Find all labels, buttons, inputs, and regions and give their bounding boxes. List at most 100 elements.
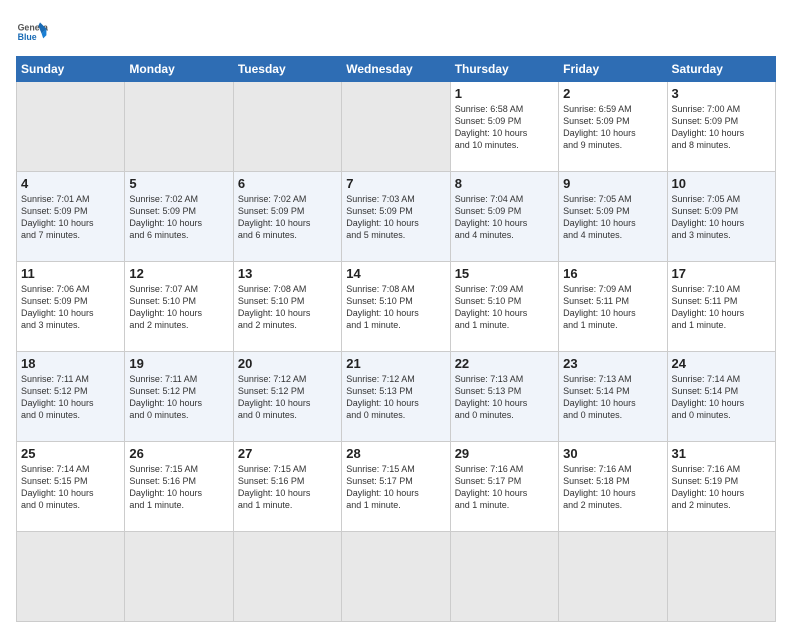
day-number: 16 (563, 266, 662, 281)
calendar-cell (342, 82, 450, 172)
calendar-cell: 8 Sunrise: 7:04 AM Sunset: 5:09 PM Daylig… (450, 172, 558, 262)
calendar-cell: 17 Sunrise: 7:10 AM Sunset: 5:11 PM Dayli… (667, 262, 775, 352)
day-number: 1 (455, 86, 554, 101)
calendar-cell: 7 Sunrise: 7:03 AM Sunset: 5:09 PM Daylig… (342, 172, 450, 262)
calendar-cell (450, 532, 558, 622)
calendar-week-5: 25 Sunrise: 7:14 AM Sunset: 5:15 PM Dayli… (17, 442, 776, 532)
calendar-cell: 4 Sunrise: 7:01 AM Sunset: 5:09 PM Daylig… (17, 172, 125, 262)
calendar-cell: 3 Sunrise: 7:00 AM Sunset: 5:09 PM Daylig… (667, 82, 775, 172)
day-info: Sunrise: 7:15 AM Sunset: 5:16 PM Dayligh… (238, 463, 337, 512)
day-number: 5 (129, 176, 228, 191)
calendar-cell (17, 82, 125, 172)
calendar-cell (233, 82, 341, 172)
day-number: 9 (563, 176, 662, 191)
day-info: Sunrise: 7:01 AM Sunset: 5:09 PM Dayligh… (21, 193, 120, 242)
day-number: 23 (563, 356, 662, 371)
day-info: Sunrise: 7:02 AM Sunset: 5:09 PM Dayligh… (129, 193, 228, 242)
day-info: Sunrise: 7:09 AM Sunset: 5:10 PM Dayligh… (455, 283, 554, 332)
day-number: 26 (129, 446, 228, 461)
day-number: 17 (672, 266, 771, 281)
calendar-week-3: 11 Sunrise: 7:06 AM Sunset: 5:09 PM Dayli… (17, 262, 776, 352)
day-header-thursday: Thursday (450, 57, 558, 82)
day-number: 3 (672, 86, 771, 101)
calendar-cell: 20 Sunrise: 7:12 AM Sunset: 5:12 PM Dayli… (233, 352, 341, 442)
calendar-cell (125, 82, 233, 172)
day-info: Sunrise: 7:11 AM Sunset: 5:12 PM Dayligh… (129, 373, 228, 422)
day-info: Sunrise: 6:58 AM Sunset: 5:09 PM Dayligh… (455, 103, 554, 152)
day-number: 8 (455, 176, 554, 191)
day-number: 18 (21, 356, 120, 371)
calendar-cell: 13Sunrise: 7:08 AM Sunset: 5:10 PM Dayli… (233, 262, 341, 352)
calendar-cell: 16Sunrise: 7:09 AM Sunset: 5:11 PM Dayli… (559, 262, 667, 352)
calendar-cell: 6Sunrise: 7:02 AM Sunset: 5:09 PM Daylig… (233, 172, 341, 262)
day-info: Sunrise: 7:13 AM Sunset: 5:13 PM Dayligh… (455, 373, 554, 422)
calendar-cell: 12 Sunrise: 7:07 AM Sunset: 5:10 PM Dayli… (125, 262, 233, 352)
calendar-cell (233, 532, 341, 622)
calendar-cell (125, 532, 233, 622)
calendar-cell: 22Sunrise: 7:13 AM Sunset: 5:13 PM Dayli… (450, 352, 558, 442)
day-info: Sunrise: 7:10 AM Sunset: 5:11 PM Dayligh… (672, 283, 771, 332)
day-header-saturday: Saturday (667, 57, 775, 82)
day-number: 15 (455, 266, 554, 281)
calendar-cell (17, 532, 125, 622)
header: General Blue (16, 16, 776, 48)
logo-icon: General Blue (16, 16, 48, 48)
calendar-cell: 25 Sunrise: 7:14 AM Sunset: 5:15 PM Dayli… (17, 442, 125, 532)
day-info: Sunrise: 7:06 AM Sunset: 5:09 PM Dayligh… (21, 283, 120, 332)
calendar-cell: 26 Sunrise: 7:15 AM Sunset: 5:16 PM Dayli… (125, 442, 233, 532)
day-header-monday: Monday (125, 57, 233, 82)
day-info: Sunrise: 7:11 AM Sunset: 5:12 PM Dayligh… (21, 373, 120, 422)
day-info: Sunrise: 7:16 AM Sunset: 5:17 PM Dayligh… (455, 463, 554, 512)
calendar-cell: 24 Sunrise: 7:14 AM Sunset: 5:14 PM Dayli… (667, 352, 775, 442)
calendar-cell: 23Sunrise: 7:13 AM Sunset: 5:14 PM Dayli… (559, 352, 667, 442)
day-info: Sunrise: 7:16 AM Sunset: 5:18 PM Dayligh… (563, 463, 662, 512)
day-info: Sunrise: 7:12 AM Sunset: 5:12 PM Dayligh… (238, 373, 337, 422)
day-number: 25 (21, 446, 120, 461)
day-number: 28 (346, 446, 445, 461)
day-number: 21 (346, 356, 445, 371)
day-header-tuesday: Tuesday (233, 57, 341, 82)
day-number: 12 (129, 266, 228, 281)
calendar-cell (559, 532, 667, 622)
day-info: Sunrise: 7:14 AM Sunset: 5:15 PM Dayligh… (21, 463, 120, 512)
calendar-week-1: 1 Sunrise: 6:58 AM Sunset: 5:09 PM Daylig… (17, 82, 776, 172)
day-info: Sunrise: 7:14 AM Sunset: 5:14 PM Dayligh… (672, 373, 771, 422)
day-header-wednesday: Wednesday (342, 57, 450, 82)
calendar-cell: 21Sunrise: 7:12 AM Sunset: 5:13 PM Dayli… (342, 352, 450, 442)
day-info: Sunrise: 7:08 AM Sunset: 5:10 PM Dayligh… (346, 283, 445, 332)
calendar-header: SundayMondayTuesdayWednesdayThursdayFrid… (17, 57, 776, 82)
calendar-cell: 31Sunrise: 7:16 AM Sunset: 5:19 PM Dayli… (667, 442, 775, 532)
calendar-cell: 14Sunrise: 7:08 AM Sunset: 5:10 PM Dayli… (342, 262, 450, 352)
day-number: 11 (21, 266, 120, 281)
day-info: Sunrise: 6:59 AM Sunset: 5:09 PM Dayligh… (563, 103, 662, 152)
day-info: Sunrise: 7:07 AM Sunset: 5:10 PM Dayligh… (129, 283, 228, 332)
calendar-cell: 18 Sunrise: 7:11 AM Sunset: 5:12 PM Dayli… (17, 352, 125, 442)
calendar-cell: 30 Sunrise: 7:16 AM Sunset: 5:18 PM Dayli… (559, 442, 667, 532)
calendar-cell: 1 Sunrise: 6:58 AM Sunset: 5:09 PM Daylig… (450, 82, 558, 172)
calendar-week-2: 4 Sunrise: 7:01 AM Sunset: 5:09 PM Daylig… (17, 172, 776, 262)
day-number: 31 (672, 446, 771, 461)
day-info: Sunrise: 7:08 AM Sunset: 5:10 PM Dayligh… (238, 283, 337, 332)
calendar-week-6 (17, 532, 776, 622)
day-number: 2 (563, 86, 662, 101)
day-info: Sunrise: 7:15 AM Sunset: 5:17 PM Dayligh… (346, 463, 445, 512)
calendar-cell: 19Sunrise: 7:11 AM Sunset: 5:12 PM Dayli… (125, 352, 233, 442)
calendar-cell: 11 Sunrise: 7:06 AM Sunset: 5:09 PM Dayli… (17, 262, 125, 352)
day-number: 7 (346, 176, 445, 191)
calendar-cell: 28 Sunrise: 7:15 AM Sunset: 5:17 PM Dayli… (342, 442, 450, 532)
day-info: Sunrise: 7:03 AM Sunset: 5:09 PM Dayligh… (346, 193, 445, 242)
calendar-cell (342, 532, 450, 622)
day-info: Sunrise: 7:15 AM Sunset: 5:16 PM Dayligh… (129, 463, 228, 512)
day-info: Sunrise: 7:04 AM Sunset: 5:09 PM Dayligh… (455, 193, 554, 242)
day-info: Sunrise: 7:05 AM Sunset: 5:09 PM Dayligh… (563, 193, 662, 242)
calendar-week-4: 18 Sunrise: 7:11 AM Sunset: 5:12 PM Dayli… (17, 352, 776, 442)
day-number: 4 (21, 176, 120, 191)
day-info: Sunrise: 7:02 AM Sunset: 5:09 PM Dayligh… (238, 193, 337, 242)
day-number: 24 (672, 356, 771, 371)
calendar-table: SundayMondayTuesdayWednesdayThursdayFrid… (16, 56, 776, 622)
day-info: Sunrise: 7:05 AM Sunset: 5:09 PM Dayligh… (672, 193, 771, 242)
day-info: Sunrise: 7:00 AM Sunset: 5:09 PM Dayligh… (672, 103, 771, 152)
day-number: 30 (563, 446, 662, 461)
day-number: 10 (672, 176, 771, 191)
day-number: 20 (238, 356, 337, 371)
